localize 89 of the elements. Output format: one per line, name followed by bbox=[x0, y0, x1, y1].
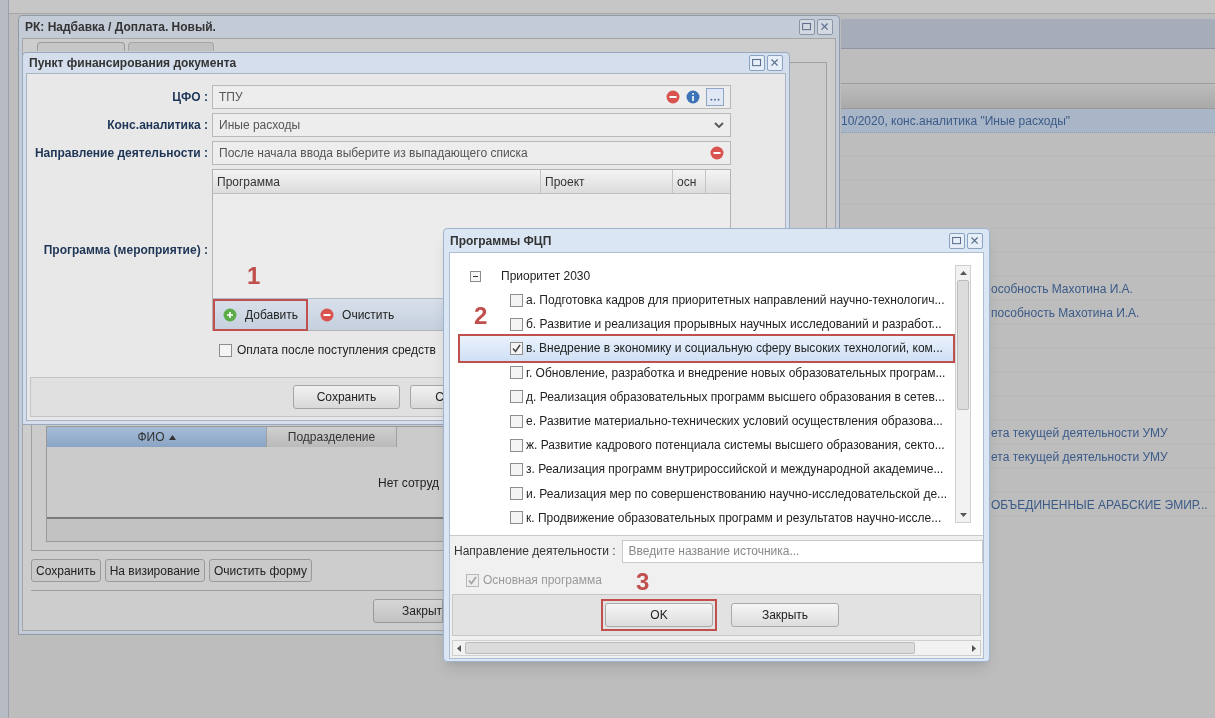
input-field[interactable]: Введите название источника... bbox=[621, 539, 983, 563]
scroll-right-icon[interactable] bbox=[972, 644, 976, 652]
row-text: ОБЪЕДИНЕННЫЕ АРАБСКИЕ ЭМИР... bbox=[991, 496, 1208, 514]
form-button[interactable]: Сохранить bbox=[293, 385, 400, 409]
plus-icon bbox=[223, 307, 237, 322]
step-number: 1 bbox=[247, 262, 261, 290]
column-header[interactable]: осн bbox=[673, 170, 706, 194]
empty-message: Нет сотруд bbox=[378, 476, 439, 490]
step-number: 2 bbox=[474, 302, 488, 330]
tree-item[interactable]: к. Продвижение образовательных программ и результатов научно-иссле... bbox=[510, 505, 953, 530]
maximize-icon[interactable] bbox=[799, 19, 815, 35]
window-title: Пункт финансирования документа bbox=[29, 55, 237, 72]
collapse-icon[interactable] bbox=[470, 270, 481, 282]
list-row[interactable]: 10/2020, конс.аналитика "Иные расходы" bbox=[841, 109, 1215, 133]
form-button[interactable]: Очистить форму bbox=[208, 559, 313, 582]
field-label: ЦФО : bbox=[171, 89, 209, 106]
checkbox-label: Основная программа bbox=[483, 572, 602, 589]
column-header[interactable]: ФИО bbox=[47, 427, 267, 447]
add-button[interactable]: Добавить bbox=[215, 300, 307, 329]
row-text: ета текущей деятельности УМУ bbox=[991, 448, 1168, 466]
checkbox[interactable] bbox=[510, 341, 523, 355]
column-header[interactable]: Проект bbox=[541, 170, 673, 194]
maximize-icon[interactable] bbox=[749, 55, 765, 71]
column-header[interactable]: Программа bbox=[213, 170, 541, 194]
field-label: Программа (мероприятие) : bbox=[42, 242, 209, 259]
field-label: Направление деятельности : bbox=[454, 543, 616, 560]
tree-item[interactable]: в. Внедрение в экономику и социальную сферу высоких технологий, ком... bbox=[460, 336, 953, 361]
window-title: РК: Надбавка / Доплата. Новый. bbox=[25, 19, 216, 36]
step-number: 3 bbox=[636, 568, 650, 596]
form-button[interactable]: Сохранить bbox=[31, 559, 101, 582]
input-field[interactable]: После начала ввода выберите из выпадающего списка bbox=[212, 141, 731, 165]
close-icon[interactable] bbox=[767, 55, 783, 71]
info-icon[interactable] bbox=[686, 90, 700, 104]
tree-item[interactable]: ж. Развитие кадрового потенциала системы высшего образования, секто... bbox=[510, 433, 953, 458]
row-text: ета текущей деятельности УМУ bbox=[991, 424, 1168, 442]
scroll-up-icon[interactable] bbox=[959, 271, 967, 275]
maximize-icon[interactable] bbox=[949, 232, 965, 249]
tree-item[interactable]: и. Реализация мер по совершенствованию научно-исследовательской де... bbox=[510, 481, 953, 506]
ellipsis-icon[interactable] bbox=[706, 88, 724, 106]
checkbox[interactable] bbox=[510, 462, 523, 476]
row-text: особность Махотина И.А. bbox=[991, 280, 1133, 298]
sort-arrow-icon bbox=[168, 434, 176, 440]
list-row[interactable]: пособность Махотина И.А. bbox=[991, 301, 1215, 325]
form-button[interactable]: На визирование bbox=[104, 559, 205, 582]
tab[interactable] bbox=[37, 42, 125, 51]
input-field[interactable]: ТПУ bbox=[212, 85, 731, 109]
chevron-down-icon[interactable] bbox=[714, 121, 724, 129]
row-text: 10/2020, конс.аналитика "Иные расходы" bbox=[841, 112, 1071, 130]
list-row[interactable]: ета текущей деятельности УМУ bbox=[991, 445, 1215, 469]
tree-item[interactable]: г. Обновление, разработка и внедрение новых образовательных програм... bbox=[510, 360, 953, 385]
dropdown-field[interactable]: Иные расходы bbox=[212, 113, 731, 137]
checkbox[interactable] bbox=[510, 390, 523, 404]
checkbox[interactable] bbox=[510, 317, 523, 331]
field-label: Направление деятельности : bbox=[33, 145, 209, 162]
clear-button[interactable]: Очистить bbox=[312, 300, 403, 329]
checkbox[interactable] bbox=[510, 487, 523, 501]
form-button[interactable]: С bbox=[410, 385, 445, 409]
vertical-scrollbar[interactable] bbox=[955, 265, 971, 523]
column-header[interactable]: Подразделение bbox=[267, 427, 397, 447]
tree-item[interactable]: а. Подготовка кадров для приоритетных направлений научно-технологич... bbox=[510, 288, 953, 313]
dialog-title: Программы ФЦП bbox=[450, 232, 552, 250]
close-button[interactable]: Закрыть bbox=[731, 603, 839, 627]
remove-icon[interactable] bbox=[666, 90, 680, 104]
tree-node[interactable]: Приоритет 2030 bbox=[501, 267, 591, 285]
checkbox[interactable] bbox=[510, 366, 523, 380]
checkbox[interactable] bbox=[510, 414, 523, 428]
tree-item[interactable]: е. Развитие материально-технических условий осуществления образова... bbox=[510, 408, 953, 434]
checkbox[interactable] bbox=[510, 293, 523, 307]
row-text: пособность Махотина И.А. bbox=[991, 304, 1140, 322]
list-row[interactable]: ОБЪЕДИНЕННЫЕ АРАБСКИЕ ЭМИР... bbox=[991, 493, 1215, 517]
remove-icon[interactable] bbox=[710, 146, 724, 160]
close-icon[interactable] bbox=[817, 19, 833, 35]
field-label: Конс.аналитика : bbox=[106, 117, 209, 134]
checkbox[interactable] bbox=[219, 343, 232, 357]
checkbox[interactable] bbox=[510, 438, 523, 452]
scroll-down-icon[interactable] bbox=[959, 513, 967, 517]
close-icon[interactable] bbox=[967, 232, 983, 249]
tree-item[interactable]: д. Реализация образовательных программ высшего образования в сетев... bbox=[510, 384, 953, 409]
remove-icon[interactable] bbox=[320, 307, 335, 322]
tree-item[interactable]: б. Развитие и реализация прорывных научных исследований и разработ... bbox=[510, 312, 953, 337]
list-row[interactable]: ета текущей деятельности УМУ bbox=[991, 421, 1215, 445]
checkbox-label: Оплата после поступления средств bbox=[237, 342, 436, 359]
close-button[interactable]: Закрыт bbox=[373, 598, 443, 623]
ok-button[interactable]: OK bbox=[605, 603, 713, 627]
tree-item[interactable]: з. Реализация программ внутрироссийской и международной академиче... bbox=[510, 457, 953, 482]
list-row[interactable]: особность Махотина И.А. bbox=[991, 277, 1215, 301]
checkbox[interactable] bbox=[510, 511, 523, 525]
scroll-left-icon[interactable] bbox=[457, 644, 461, 652]
horizontal-scrollbar[interactable] bbox=[452, 640, 981, 656]
